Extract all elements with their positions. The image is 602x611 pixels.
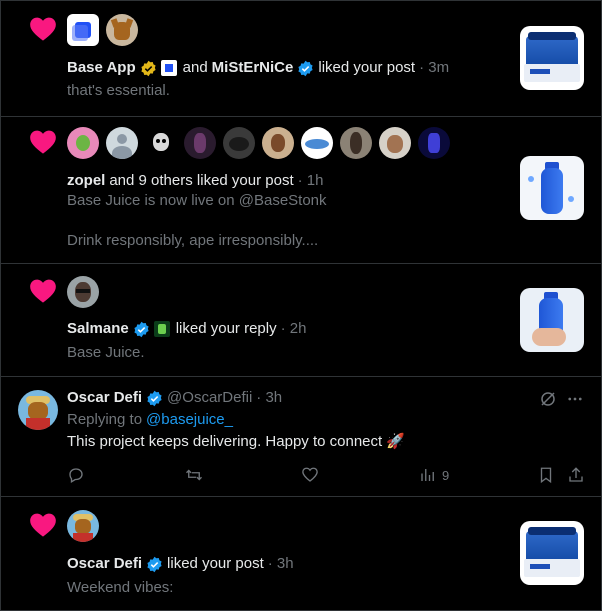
notification-like-5[interactable]: Oscar Defi liked your post · 3h Weekend … (1, 497, 601, 610)
avatar-user-8[interactable] (340, 127, 372, 159)
notifications-feed: Base App and MiStErNiCe liked your post … (0, 0, 602, 611)
like-button[interactable] (301, 466, 319, 484)
avatar-zopel[interactable] (67, 127, 99, 159)
gold-verified-badge-icon (141, 60, 156, 76)
avatar-misternice[interactable] (106, 14, 138, 46)
post-thumbnail-hand-bottle[interactable] (520, 288, 584, 352)
share-button[interactable] (567, 466, 585, 484)
affiliate-badge-icon (160, 60, 177, 76)
timestamp: · 1h (297, 172, 324, 189)
notification-like-2[interactable]: zopel and 9 others liked your post · 1h … (1, 117, 601, 264)
verified-badge-icon (147, 556, 162, 572)
avatar-user-10[interactable] (418, 127, 450, 159)
reply-text: This project keeps delivering. Happy to … (67, 433, 406, 450)
reply-icon (69, 468, 83, 483)
bookmark-button[interactable] (537, 466, 555, 484)
user-name-oscar-defi[interactable]: Oscar Defi (67, 554, 142, 574)
avatar-salmane[interactable] (67, 276, 99, 308)
notification-like-1[interactable]: Base App and MiStErNiCe liked your post … (1, 1, 601, 117)
conjunction-text: and (182, 59, 208, 76)
verified-badge-icon (147, 390, 162, 406)
user-name-zopel[interactable]: zopel (67, 171, 105, 191)
avatar-user-4[interactable] (184, 127, 216, 159)
post-thumbnail-bottle[interactable] (520, 156, 584, 220)
author-handle[interactable]: @OscarDefii (167, 388, 252, 408)
share-icon (569, 467, 583, 482)
replying-to-handle[interactable]: @basejuice_ (146, 410, 233, 430)
post-snippet: Weekend vibes: (67, 579, 174, 596)
grok-icon[interactable] (539, 390, 557, 408)
avatar-skull[interactable] (145, 127, 177, 159)
avatar-base-app[interactable] (67, 14, 99, 46)
avatar-oscar-defi[interactable] (18, 390, 58, 430)
affiliate-badge-icon (153, 321, 170, 337)
notification-action: liked your post (318, 59, 416, 76)
post-thumbnail-bottles-case[interactable] (520, 521, 584, 585)
views-count: 9 (442, 467, 450, 483)
heart-icon (30, 513, 56, 537)
notification-action: liked your reply (175, 320, 277, 337)
views-icon (421, 469, 434, 481)
avatar-oscar-defi[interactable] (67, 510, 99, 542)
more-icon[interactable] (566, 390, 584, 408)
avatar-user-9[interactable] (379, 127, 411, 159)
retweet-icon (186, 469, 202, 481)
user-name-salmane[interactable]: Salmane (67, 319, 129, 339)
notification-like-3[interactable]: Salmane liked your reply · 2h Base Juice… (1, 264, 601, 377)
verified-badge-icon (134, 321, 149, 337)
author-name[interactable]: Oscar Defi (67, 388, 142, 408)
timestamp: · 3h (267, 555, 294, 572)
heart-icon (30, 279, 56, 303)
retweet-button[interactable] (185, 466, 203, 484)
post-snippet-line-2: Drink responsibly, ape irresponsibly.... (67, 232, 319, 249)
user-name-misternice[interactable]: MiStErNiCe (212, 58, 294, 78)
avatar-user-5[interactable] (223, 127, 255, 159)
verified-badge-icon (298, 60, 313, 76)
avatar-user-6[interactable] (262, 127, 294, 159)
replying-to-label: Replying to (67, 411, 143, 428)
reply-button[interactable] (67, 466, 85, 484)
avatar-default[interactable] (106, 127, 138, 159)
post-snippet-line-1: Base Juice is now live on @BaseStonk (67, 192, 327, 209)
post-thumbnail-bottles-case[interactable] (520, 26, 584, 90)
timestamp: · 3h (256, 389, 283, 406)
like-icon (302, 467, 318, 482)
heart-icon (30, 130, 56, 154)
views-button[interactable]: 9 (419, 466, 449, 484)
timestamp: · 2h (280, 320, 307, 337)
reply-tweet[interactable]: Oscar Defi @OscarDefii · 3h Replying to … (1, 377, 601, 497)
timestamp: · 3m (419, 59, 450, 76)
post-snippet: that's essential. (67, 82, 170, 99)
notification-action: and 9 others liked your post (109, 172, 294, 189)
reply-snippet: Base Juice. (67, 344, 145, 361)
bookmark-icon (540, 467, 552, 484)
avatar-whale[interactable] (301, 127, 333, 159)
notification-action: liked your post (167, 555, 264, 572)
heart-icon (30, 17, 56, 41)
user-name-base-app[interactable]: Base App (67, 58, 136, 78)
